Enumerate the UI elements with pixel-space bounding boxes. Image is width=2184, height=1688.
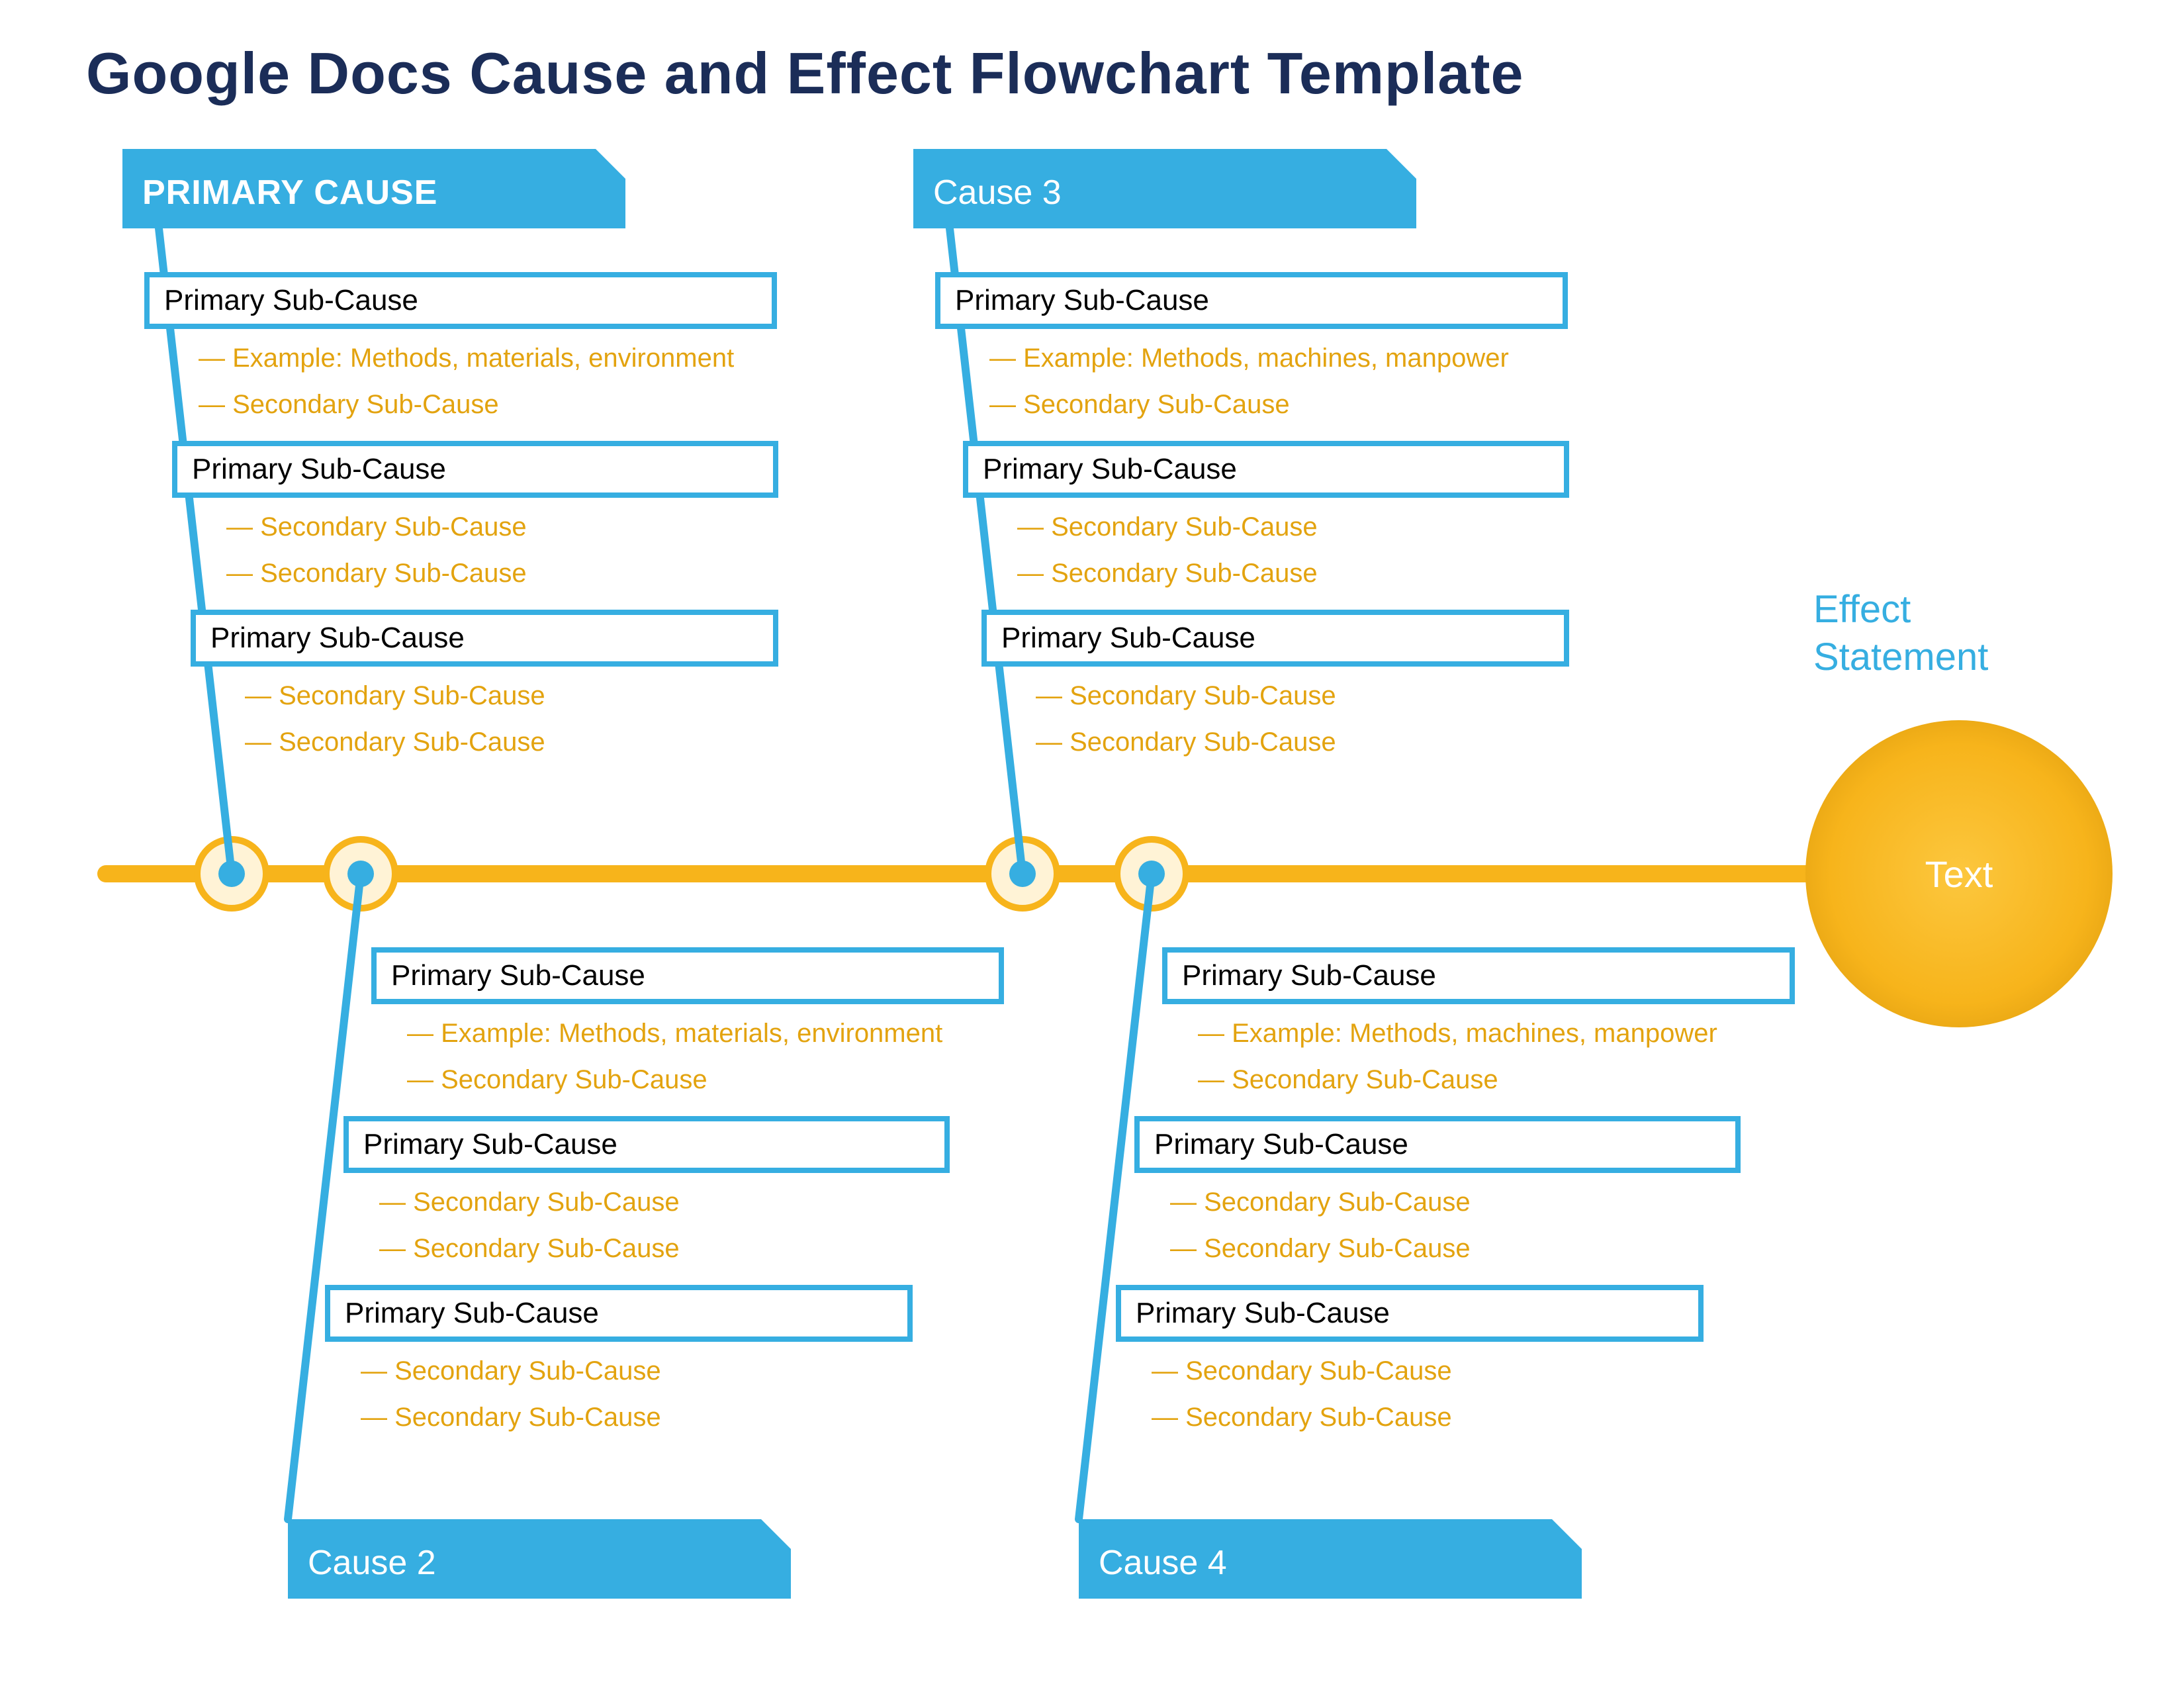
cause-2-sub1-text: Primary Sub-Cause xyxy=(391,959,645,992)
cause-1-sub1-text: Primary Sub-Cause xyxy=(164,284,418,316)
cause-1-sub1-sec1: — Example: Methods, materials, environme… xyxy=(199,344,734,373)
cause-2-bone xyxy=(288,874,361,1519)
cause-2-sub3-sec1: — Secondary Sub-Cause xyxy=(361,1356,661,1385)
cause-3-sub1-sec1: — Example: Methods, machines, manpower xyxy=(989,344,1509,373)
cause-1-sub2-text: Primary Sub-Cause xyxy=(192,453,446,485)
cause-1-sub2-sec1: — Secondary Sub-Cause xyxy=(226,512,527,541)
cause-1-sub3-sec2: — Secondary Sub-Cause xyxy=(245,727,545,757)
cause-4-sub2-text: Primary Sub-Cause xyxy=(1154,1128,1408,1160)
cause-2-sub2-text: Primary Sub-Cause xyxy=(363,1128,617,1160)
cause-4-sub3-sec1: — Secondary Sub-Cause xyxy=(1152,1356,1452,1385)
cause-4-sub2-sec1: — Secondary Sub-Cause xyxy=(1170,1188,1471,1217)
cause-1-sub1-sec2: — Secondary Sub-Cause xyxy=(199,390,499,419)
cause-2-branch: Primary Sub-Cause — Example: Methods, ma… xyxy=(288,839,1001,1599)
cause-2-sub1-sec1: — Example: Methods, materials, environme… xyxy=(407,1019,942,1048)
cause-4-title: Cause 4 xyxy=(1099,1544,1227,1582)
cause-1-sub3-sec1: — Secondary Sub-Cause xyxy=(245,681,545,710)
cause-4-sub1-sec1: — Example: Methods, machines, manpower xyxy=(1198,1019,1717,1048)
cause-3-sub2-sec1: — Secondary Sub-Cause xyxy=(1017,512,1318,541)
cause-3-sub3-text: Primary Sub-Cause xyxy=(1001,622,1255,654)
cause-1-sub3-text: Primary Sub-Cause xyxy=(210,622,465,654)
cause-4-sub3-text: Primary Sub-Cause xyxy=(1136,1297,1390,1329)
cause-4-branch: Primary Sub-Cause — Example: Methods, ma… xyxy=(1079,839,1792,1599)
cause-3-sub2-text: Primary Sub-Cause xyxy=(983,453,1237,485)
cause-1-branch: PRIMARY CAUSE Primary Sub-Cause — Exampl… xyxy=(122,149,776,908)
cause-4-sub3-sec2: — Secondary Sub-Cause xyxy=(1152,1403,1452,1432)
cause-4-sub2-sec2: — Secondary Sub-Cause xyxy=(1170,1234,1471,1263)
cause-2-sub2-sec1: — Secondary Sub-Cause xyxy=(379,1188,680,1217)
cause-3-sub1-sec2: — Secondary Sub-Cause xyxy=(989,390,1290,419)
cause-3-sub2-sec2: — Secondary Sub-Cause xyxy=(1017,559,1318,588)
cause-2-sub1-sec2: — Secondary Sub-Cause xyxy=(407,1065,707,1094)
cause-3-sub3-sec1: — Secondary Sub-Cause xyxy=(1036,681,1336,710)
cause-3-title: Cause 3 xyxy=(933,173,1062,212)
cause-4-sub1-sec2: — Secondary Sub-Cause xyxy=(1198,1065,1498,1094)
cause-2-sub3-sec2: — Secondary Sub-Cause xyxy=(361,1403,661,1432)
cause-4-bone xyxy=(1079,874,1152,1519)
cause-2-title: Cause 2 xyxy=(308,1544,436,1582)
effect-circle-text: Text xyxy=(1925,853,1993,895)
cause-2-sub3-text: Primary Sub-Cause xyxy=(345,1297,599,1329)
page: Google Docs Cause and Effect Flowchart T… xyxy=(0,0,2184,1688)
effect-label-line1: Effect xyxy=(1813,588,1911,631)
effect-label-line2: Statement xyxy=(1813,635,1988,679)
fishbone-diagram: Text Effect Statement PRIMARY CAUSE Prim… xyxy=(0,0,2184,1688)
cause-3-branch: Cause 3 Primary Sub-Cause — Example: Met… xyxy=(913,149,1567,908)
cause-2-sub2-sec2: — Secondary Sub-Cause xyxy=(379,1234,680,1263)
cause-1-sub2-sec2: — Secondary Sub-Cause xyxy=(226,559,527,588)
cause-3-sub3-sec2: — Secondary Sub-Cause xyxy=(1036,727,1336,757)
cause-1-title: PRIMARY CAUSE xyxy=(142,173,437,212)
cause-3-sub1-text: Primary Sub-Cause xyxy=(955,284,1209,316)
cause-4-sub1-text: Primary Sub-Cause xyxy=(1182,959,1436,992)
